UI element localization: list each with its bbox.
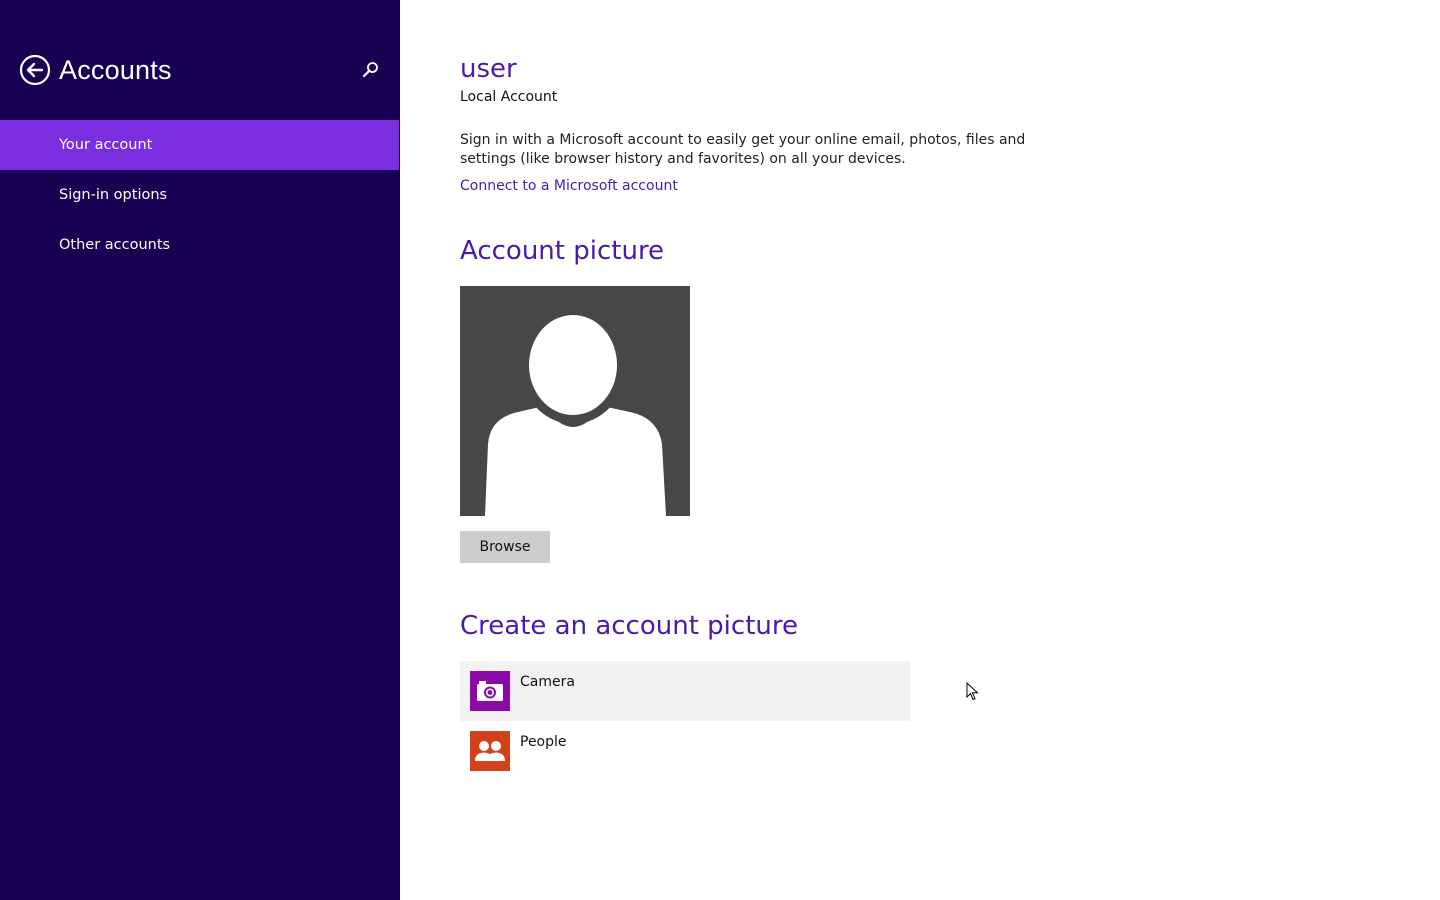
account-picture	[460, 286, 690, 516]
account-type: Local Account	[460, 89, 558, 105]
camera-label: Camera	[520, 674, 575, 690]
microsoft-account-description: Sign in with a Microsoft account to easi…	[460, 132, 1026, 167]
search-button[interactable]	[360, 59, 382, 81]
sidebar-item-label: Other accounts	[59, 237, 171, 253]
sidebar-header: Accounts	[0, 0, 400, 120]
camera-icon	[470, 671, 510, 711]
user-name: user	[460, 54, 517, 84]
back-arrow-circle-icon	[19, 54, 51, 86]
sidebar-item-label: Your account	[59, 137, 153, 153]
camera-app-item[interactable]: Camera	[460, 661, 910, 721]
people-app-item[interactable]: People	[460, 721, 910, 781]
sidebar-nav: Your account Sign-in options Other accou…	[0, 120, 400, 270]
default-user-silhouette-icon	[485, 306, 666, 516]
people-icon	[470, 731, 510, 771]
back-button[interactable]	[19, 54, 51, 86]
people-tile	[470, 731, 510, 771]
sidebar-item-sign-in-options[interactable]: Sign-in options	[0, 170, 399, 220]
sidebar-item-label: Sign-in options	[59, 187, 168, 203]
sidebar-item-your-account[interactable]: Your account	[0, 120, 399, 170]
account-picture-title: Account picture	[460, 236, 665, 266]
people-label: People	[520, 734, 567, 750]
main-content: user Local Account Sign in with a Micros…	[400, 0, 1440, 900]
sidebar: Accounts Your account Sign-in options Ot…	[0, 0, 400, 900]
browse-button[interactable]: Browse	[460, 531, 550, 563]
mouse-cursor-icon	[966, 682, 979, 701]
pc-settings-window: Accounts Your account Sign-in options Ot…	[0, 0, 1440, 900]
search-icon	[362, 62, 378, 78]
sidebar-item-other-accounts[interactable]: Other accounts	[0, 220, 399, 270]
camera-tile	[470, 671, 510, 711]
connect-microsoft-account-link[interactable]: Connect to a Microsoft account	[460, 176, 678, 196]
create-account-picture-title: Create an account picture	[460, 611, 798, 641]
sidebar-title: Accounts	[59, 55, 172, 85]
